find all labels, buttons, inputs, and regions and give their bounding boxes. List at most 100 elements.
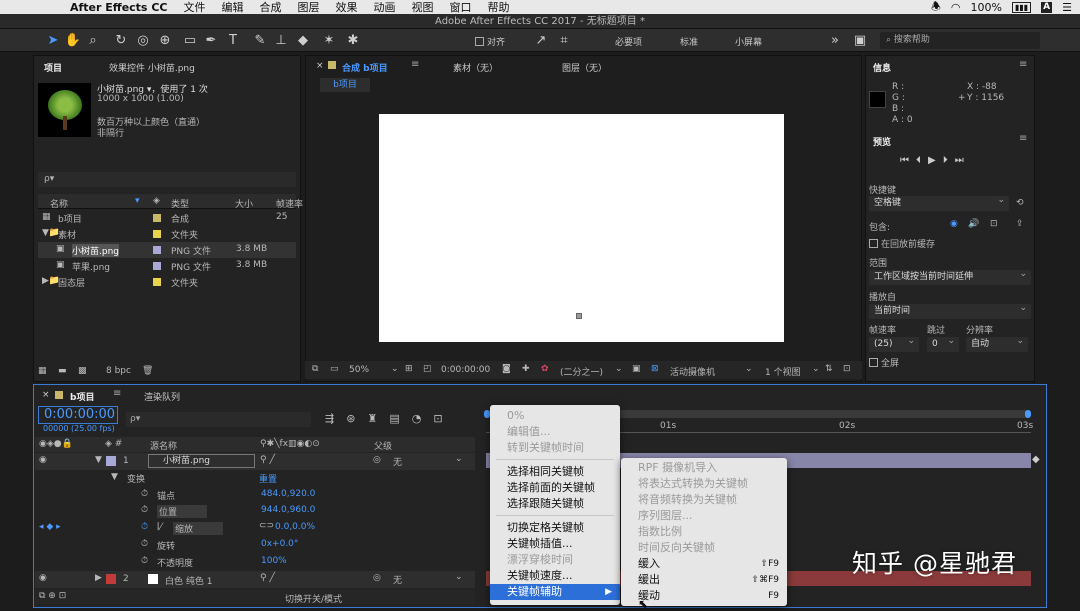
tab-footage[interactable]: 素材（无） [453,61,498,74]
more-workspaces-icon[interactable]: » [826,32,844,49]
last-frame-icon[interactable]: ⏭ [955,155,964,166]
menu-item[interactable]: 选择跟随关键帧 [490,496,620,512]
menu-view[interactable]: 视图 [411,0,433,15]
property-value[interactable]: 100% [261,556,287,566]
sort-arrow-icon[interactable]: ▾ [135,196,140,206]
menu-item[interactable]: 选择相同关键帧 [490,464,620,480]
workspace-standard[interactable]: 标准 [680,35,698,48]
property-value[interactable]: 944.0,960.0 [261,505,315,515]
layer-color-label[interactable] [106,456,116,466]
transform-row[interactable]: ▼ 变换 重置 [33,470,473,487]
clone-stamp-icon[interactable]: ⊥ [272,32,290,49]
col-size[interactable]: 大小 [235,197,253,210]
visibility-eye-icon[interactable]: ◉ [39,455,47,465]
menu-file[interactable]: 文件 [183,0,205,15]
project-item[interactable]: ▼📁 素材 文件夹 [38,226,296,242]
range-dropdown[interactable]: 工作区域按当前时间延伸 [869,267,1031,285]
reset-icon[interactable]: ⟲ [1016,198,1024,208]
next-frame-icon[interactable]: ⏵ [943,155,948,166]
layer-row-1[interactable]: ◉ ▼ 1 小树苗.png ⚲ ╱ ◎ 无 ⌄ [35,453,475,470]
first-frame-icon[interactable]: ⏮ [900,155,909,166]
menu-item[interactable]: 关键帧辅助 ▶ [490,584,620,600]
toggle-3d-icon[interactable]: ⊡ [843,364,851,374]
channel-icon[interactable]: ✿ [541,364,549,374]
new-comp-icon[interactable]: ▩ [78,366,87,376]
snap-toggle[interactable]: 对齐 [475,35,505,48]
tab-render-queue[interactable]: 渲染队列 [144,390,180,403]
transparency-grid-icon[interactable]: ⊠ [651,364,659,374]
layer-switches[interactable]: ⚲ ╱ [260,573,275,583]
tab-project[interactable]: 项目 [44,61,62,74]
tab-effect-controls[interactable]: 效果控件 小树苗.png [109,61,195,74]
shortcut-dropdown[interactable]: 空格键 [869,193,1009,211]
property-value[interactable]: 484.0,920.0 [261,489,315,499]
tab-timeline-comp[interactable]: b项目 [70,390,94,403]
parent-chevron-icon[interactable]: ⌄ [455,572,463,582]
zoom-dropdown[interactable]: 50% [349,365,369,375]
property-row[interactable]: ⏱ 锚点 484.0,920.0 [35,487,475,504]
label-color-swatch[interactable] [153,278,161,286]
info-menu-icon[interactable]: ≡ [1019,59,1027,70]
work-area-end[interactable] [1025,410,1031,418]
menu-effect[interactable]: 效果 [335,0,357,15]
brush-tool-icon[interactable]: ✎ [251,32,269,49]
rectangle-tool-icon[interactable]: ▭ [181,32,199,49]
stopwatch-icon[interactable]: ⏱ [141,539,148,549]
safe-areas-icon[interactable]: ⊞ [405,364,413,374]
constrain-proportions-icon[interactable]: ⊂⊃ [259,521,274,531]
toggle-panes-icon[interactable]: ⧉ ⊕ ⊡ [39,591,66,601]
pen-tool-icon[interactable]: ✒ [202,32,220,49]
region-of-interest-icon[interactable]: ▣ [632,364,641,374]
text-tool-icon[interactable]: T [224,32,242,49]
transform-chevron-icon[interactable]: ▼ [111,472,118,482]
reset-transform-link[interactable]: 重置 [259,472,277,485]
app-menu[interactable]: After Effects CC [70,1,167,14]
label-color-swatch[interactable] [153,246,161,254]
layer-name[interactable]: 白色 纯色 1 [165,574,212,587]
project-item[interactable]: ▣ 小树苗.png PNG 文件 3.8 MB [38,242,296,258]
fullscreen-checkbox[interactable]: 全屏 [869,356,899,369]
shy-icon[interactable]: ♜ [367,412,377,425]
property-row[interactable]: ⏱ 位置 944.0,960.0 [35,503,475,520]
stopwatch-icon[interactable]: ⏱ [141,505,148,515]
keyframe-navigator[interactable]: ◂ ◆ ▸ [39,522,61,532]
stopwatch-icon[interactable]: ⏱ [141,522,148,532]
zoom-chevron-icon[interactable]: ⌄ [391,364,399,374]
panel-menu-icon[interactable]: ≡ [411,59,419,70]
play-from-dropdown[interactable]: 当前时间 [869,301,1031,319]
menu-help[interactable]: 帮助 [487,0,509,15]
property-row[interactable]: ◂ ◆ ▸ ⏱ ⌊⁄ 缩放 ⊂⊃ 0.0,0.0% [35,520,475,537]
new-folder-icon[interactable]: ▬ [58,366,67,376]
resolution-select[interactable]: 自动 [966,334,1028,352]
cache-checkbox[interactable]: 在回放前缓存 [869,237,935,250]
zoom-tool-icon[interactable]: ⌕ [84,32,102,49]
layer-name-field[interactable]: 小树苗.png [148,454,255,468]
timeline-timecode[interactable]: 0:00:00:00 [38,406,118,424]
camera-dropdown[interactable]: 活动摄像机 [670,365,715,378]
col-type[interactable]: 类型 [171,197,189,210]
snap-grid-icon[interactable]: ⌗ [555,32,573,49]
puppet-pin-icon[interactable]: ✱ [344,32,362,49]
hand-tool-icon[interactable]: ✋ [64,32,82,49]
include-video-icon[interactable]: ◉ [950,219,958,229]
parent-chevron-icon[interactable]: ⌄ [455,454,463,464]
fps-dropdown[interactable]: (25) [869,334,919,352]
menu-item[interactable]: 切换定格关键帧 [490,520,620,536]
layer-color-label[interactable] [106,574,116,584]
close-icon[interactable]: × [316,61,324,71]
project-search-input[interactable]: ρ▾ [38,172,296,187]
current-time[interactable]: 0:00:00:00 [441,365,490,375]
menu-item[interactable]: 关键帧插值... [490,536,620,552]
tab-layer[interactable]: 图层（无） [562,61,607,74]
anchor-point-marker[interactable] [576,313,582,319]
visibility-eye-icon[interactable]: ◉ [39,573,47,583]
tab-composition[interactable]: 合成 b项目 [342,61,388,74]
col-source-name[interactable]: 源名称 [150,439,177,452]
workspace-small-screen[interactable]: 小屏幕 [735,35,762,48]
property-value[interactable]: 0x+0.0° [261,539,298,549]
preview-title[interactable]: 预览 [873,135,891,148]
property-row[interactable]: ⏱ 不透明度 100% [35,554,475,571]
info-title[interactable]: 信息 [873,61,891,74]
toggle-switches-modes[interactable]: 切换开关/模式 [285,592,342,605]
menu-animation[interactable]: 动画 [373,0,395,15]
